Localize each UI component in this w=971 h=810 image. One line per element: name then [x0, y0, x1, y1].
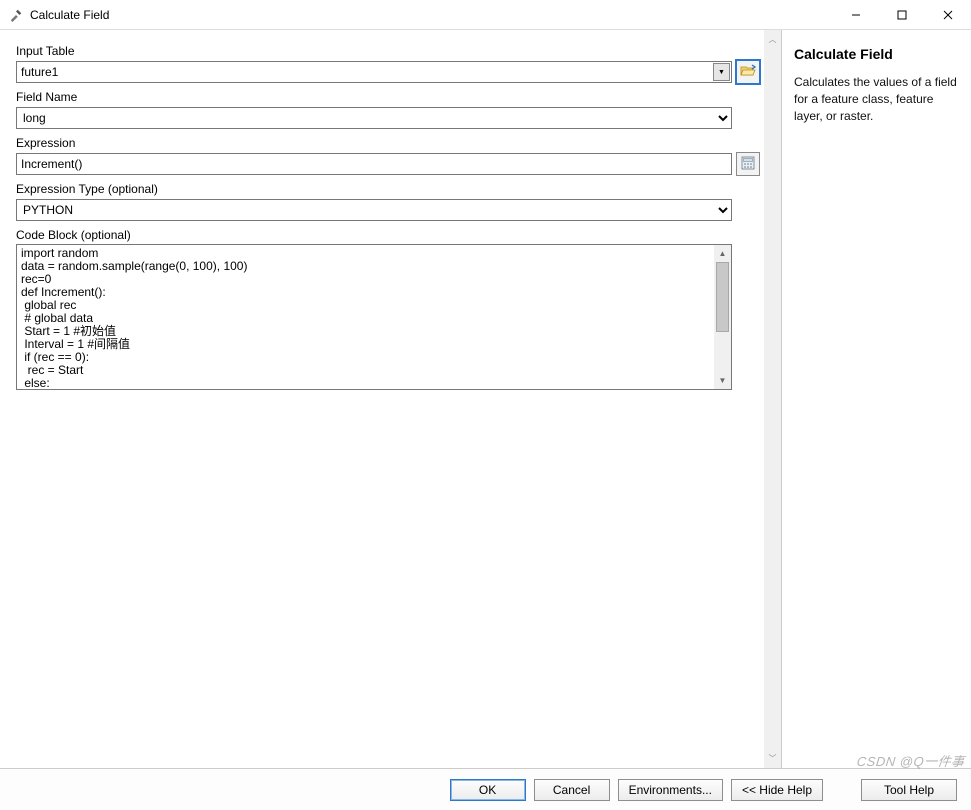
environments-button[interactable]: Environments...	[618, 779, 723, 801]
scroll-up-icon[interactable]: ▲	[714, 245, 731, 262]
scrollbar-track[interactable]	[714, 332, 731, 372]
minimize-button[interactable]	[833, 0, 879, 30]
help-title: Calculate Field	[794, 46, 959, 62]
maximize-button[interactable]	[879, 0, 925, 30]
hide-help-button[interactable]: << Hide Help	[731, 779, 823, 801]
scrollbar-thumb[interactable]	[716, 262, 729, 332]
label-expression: Expression	[16, 136, 760, 150]
help-pane: Calculate Field Calculates the values of…	[781, 30, 971, 768]
folder-open-icon	[740, 64, 756, 81]
ok-button[interactable]: OK	[450, 779, 526, 801]
spacer	[736, 305, 760, 329]
label-code-block: Code Block (optional)	[16, 228, 760, 242]
close-button[interactable]	[925, 0, 971, 30]
window-title: Calculate Field	[30, 8, 833, 22]
chevron-down-icon[interactable]: ﹀	[765, 751, 780, 766]
label-expression-type: Expression Type (optional)	[16, 182, 760, 196]
spacer	[736, 106, 760, 130]
code-block-wrap: import random data = random.sample(range…	[16, 244, 732, 390]
expression-input[interactable]	[16, 153, 732, 175]
tool-help-button[interactable]: Tool Help	[861, 779, 957, 801]
help-body: Calculates the values of a field for a f…	[794, 74, 959, 124]
expression-type-select[interactable]: PYTHON	[16, 199, 732, 221]
input-table-combo[interactable]: ▼	[16, 61, 732, 83]
hammer-icon	[8, 7, 24, 23]
expression-builder-button[interactable]	[736, 152, 760, 176]
field-name-select[interactable]: long	[16, 107, 732, 129]
spacer	[736, 198, 760, 222]
code-scrollbar[interactable]: ▲ ▼	[714, 245, 731, 389]
calculator-icon	[741, 156, 755, 173]
input-table-value[interactable]	[17, 62, 713, 82]
scroll-down-icon[interactable]: ▼	[714, 372, 731, 389]
code-block-textarea[interactable]: import random data = random.sample(range…	[17, 245, 714, 389]
window-controls	[833, 0, 971, 29]
cancel-button[interactable]: Cancel	[534, 779, 610, 801]
form-pane: Input Table ▼	[0, 30, 781, 768]
pane-scrollbar[interactable]: ︿ ﹀	[764, 30, 781, 768]
label-input-table: Input Table	[16, 44, 760, 58]
titlebar: Calculate Field	[0, 0, 971, 30]
button-bar: OK Cancel Environments... << Hide Help T…	[0, 768, 971, 810]
browse-button[interactable]	[736, 60, 760, 84]
chevron-up-icon[interactable]: ︿	[765, 32, 780, 47]
chevron-down-icon[interactable]: ▼	[713, 63, 730, 81]
label-field-name: Field Name	[16, 90, 760, 104]
